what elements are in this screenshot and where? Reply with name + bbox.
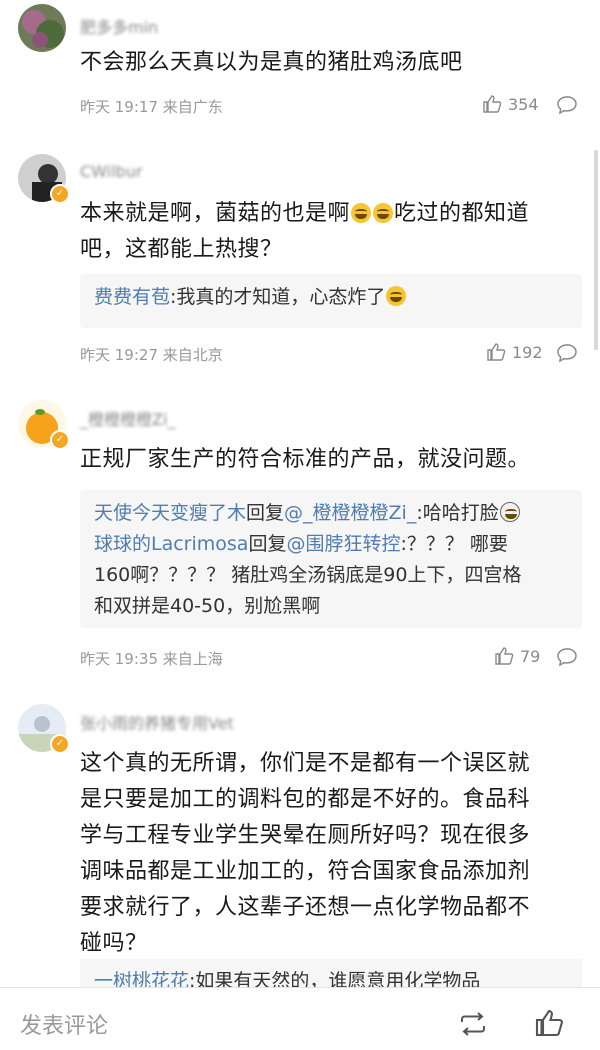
like-button[interactable]: 354: [482, 94, 539, 114]
like-button[interactable]: 192: [486, 342, 543, 362]
reply-mention[interactable]: @_橙橙橙橙Zi_: [284, 502, 416, 524]
thumbs-up-icon: [495, 647, 514, 665]
comment-text: 本来就是啊，菌菇的也是啊 吃过的都知道 吧，这都能上热搜？: [80, 196, 580, 268]
comment-text-part: 学与工程专业学生哭晕在厕所好吗？现在很多: [80, 823, 531, 848]
comment-location: 来自上海: [162, 650, 223, 668]
comment-location: 来自北京: [162, 346, 223, 364]
verified-badge-icon: ✓: [50, 734, 70, 754]
repost-icon[interactable]: [458, 1012, 488, 1036]
username[interactable]: _橙橙橙橙Zi_: [80, 406, 175, 430]
comment-meta: 昨天 19:27 来自北京: [80, 344, 223, 365]
comment-text-part: 这个真的无所谓，你们是不是都有一个误区就: [80, 751, 531, 776]
avatar[interactable]: [18, 4, 66, 52]
reply-text: :？？？ 哪要: [400, 533, 508, 555]
reply-username[interactable]: 球球的Lacrimosa: [94, 533, 248, 555]
comment-text: 正规厂家生产的符合标准的产品，就没问题。: [80, 447, 531, 472]
username[interactable]: 张小雨的养猪专用Vet: [80, 710, 234, 734]
verified-badge-icon: ✓: [50, 430, 70, 450]
comment-meta: 昨天 19:35 来自上海: [80, 648, 223, 669]
scrollbar[interactable]: [594, 150, 598, 350]
bottom-action-bar: 发表评论: [0, 987, 600, 1050]
laughing-tears-emoji-icon: [386, 286, 407, 306]
thumbs-up-icon[interactable]: [534, 1008, 564, 1038]
like-button[interactable]: 79: [494, 646, 540, 666]
laughing-tears-emoji-icon: [351, 203, 372, 223]
reply-mention[interactable]: @围脖狂转控: [286, 533, 400, 555]
sub-reply-box[interactable]: 费费有苞:我真的才知道，心态炸了: [80, 274, 582, 328]
reply-verb: 回复: [246, 502, 285, 524]
username[interactable]: 肥多多min: [80, 14, 158, 38]
speech-bubble-icon[interactable]: [556, 647, 578, 667]
laughing-tears-emoji-icon: [373, 203, 394, 223]
comment-text-part: 吧，这都能上热搜？: [80, 237, 283, 262]
thumbs-up-icon: [483, 95, 502, 113]
like-count: 79: [520, 646, 541, 666]
reply-username[interactable]: 一树桃花花: [94, 970, 189, 987]
comment-text-part: 调味品都是工业加工的，符合国家食品添加剂: [80, 859, 531, 884]
reply-verb: 回复: [248, 533, 287, 555]
comment-location: 来自广东: [162, 98, 223, 116]
comment-time: 昨天 19:35: [80, 650, 158, 668]
reply-text: :哈哈打脸: [416, 502, 499, 524]
username[interactable]: CWilbur: [80, 162, 142, 181]
sub-reply-box[interactable]: 天使今天变瘦了木回复@_橙橙橙橙Zi_:哈哈打脸 球球的Lacrimosa回复@…: [80, 490, 582, 628]
reply-text: 和双拼是40-50，别尬黑啊: [94, 595, 321, 617]
comment-text-part: 吃过的都知道: [394, 201, 530, 226]
comment-meta: 昨天 19:17 来自广东: [80, 96, 223, 117]
like-count: 354: [508, 94, 539, 114]
reply-text: :如果有天然的，谁愿意用化学物品: [189, 970, 481, 987]
comment-text-part: 碰吗？: [80, 931, 148, 956]
comment-text-part: 是只要是加工的调料包的都是不好的。食品科: [80, 787, 531, 812]
comment-time: 昨天 19:17: [80, 98, 158, 116]
sub-reply-box[interactable]: 一树桃花花:如果有天然的，谁愿意用化学物品: [80, 959, 582, 987]
reply-text: :我真的才知道，心态炸了: [170, 286, 386, 308]
comment-text: 这个真的无所谓，你们是不是都有一个误区就 是只要是加工的调料包的都是不好的。食品…: [80, 746, 580, 962]
reply-username[interactable]: 费费有苞: [94, 286, 170, 308]
reply-username[interactable]: 天使今天变瘦了木: [94, 502, 246, 524]
like-count: 192: [512, 342, 543, 362]
reply-text: 160啊？？？？ 猪肚鸡全汤锅底是90上下，四宫格: [94, 564, 522, 586]
speech-bubble-icon[interactable]: [556, 343, 578, 363]
verified-badge-icon: ✓: [50, 184, 70, 204]
comment-text: 不会那么天真以为是真的猪肚鸡汤底吧: [80, 50, 463, 75]
sweat-emoji-icon: [499, 502, 520, 522]
comment-text-part: 要求就行了，人这辈子还想一点化学物品都不: [80, 895, 531, 920]
speech-bubble-icon[interactable]: [556, 95, 578, 115]
comment-text-part: 本来就是啊，菌菇的也是啊: [80, 201, 351, 226]
comment-input[interactable]: 发表评论: [20, 1008, 108, 1040]
comment-time: 昨天 19:27: [80, 346, 158, 364]
thumbs-up-icon: [487, 343, 506, 361]
